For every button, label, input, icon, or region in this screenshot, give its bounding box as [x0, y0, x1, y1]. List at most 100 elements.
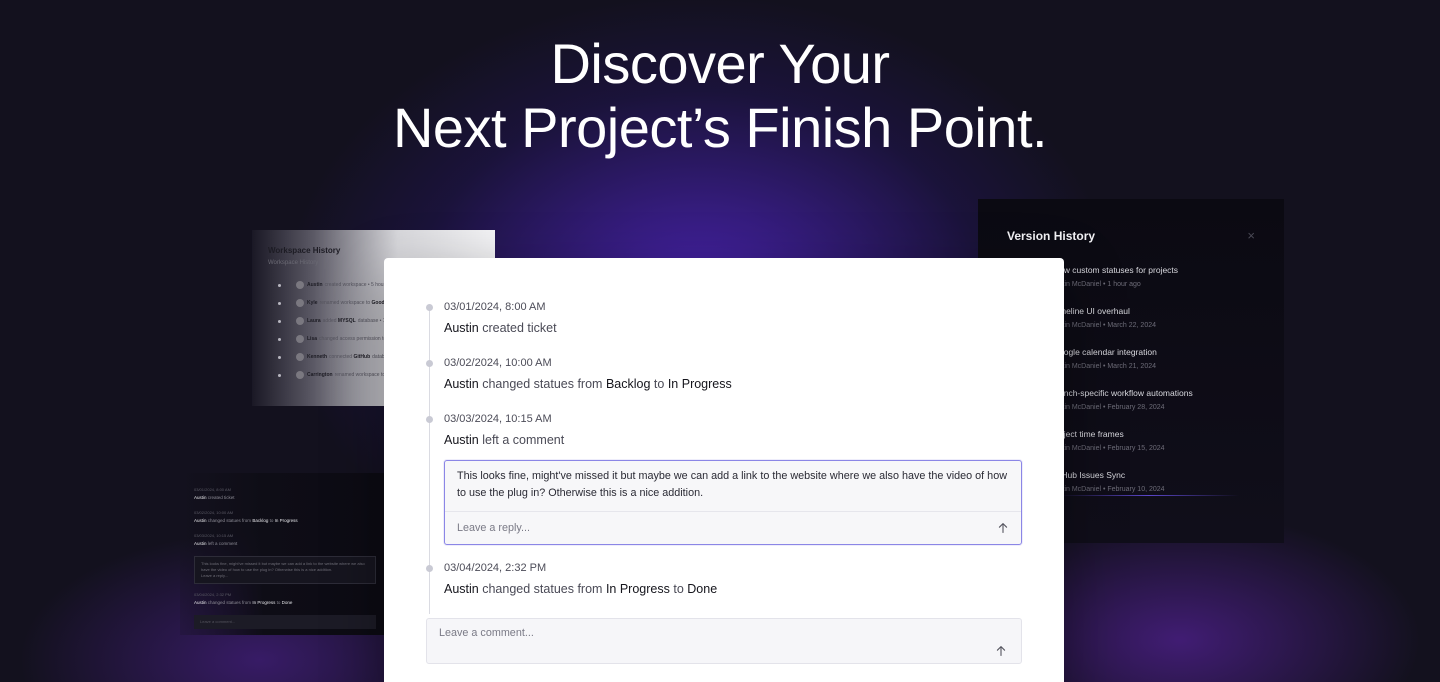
activity-date: 03/03/2024, 10:15 AM [444, 413, 552, 425]
activity-date: 03/02/2024, 10:00 AM [194, 510, 234, 515]
activity-text: created ticket [207, 495, 235, 500]
dark-activity-panel: 03/01/2024, 8:00 AM Austin created ticke… [180, 473, 390, 635]
list-item: 03/03/2024, 10:15 AM Austin left a comme… [194, 533, 376, 546]
timeline-dot-icon [278, 355, 281, 359]
activity-text: connected [329, 354, 353, 360]
status-from: Backlog [252, 518, 269, 523]
timeline-dot-icon [278, 337, 281, 341]
activity-text: changed statues from [482, 377, 603, 391]
version-meta: stin McDaniel • March 22, 2024 [1059, 322, 1156, 329]
version-item[interactable]: anch-specific workflow automations stin M… [1059, 388, 1255, 429]
arrow-up-icon[interactable] [997, 522, 1009, 534]
version-history-title: Version History [1007, 229, 1096, 243]
comment-input: Leave a comment... [194, 615, 376, 629]
timeline-item: 03/04/2024, 2:32 PM Austin changed statu… [426, 561, 1022, 617]
timeline-dot-icon [426, 360, 433, 367]
timeline-dot-icon [278, 283, 281, 287]
version-item[interactable]: ew custom statuses for projects stin McDa… [1059, 265, 1255, 306]
reply-bar [445, 511, 1021, 544]
avatar [296, 353, 304, 361]
user-name: Austin [444, 377, 479, 391]
version-title: oogle calendar integration [1059, 347, 1157, 357]
version-item[interactable]: tHub Issues Sync stin McDaniel • February… [1059, 470, 1255, 511]
activity-text: changed access permission to [319, 336, 387, 342]
activity-text: changed statues from [482, 582, 603, 596]
activity-line: Austin left a comment [194, 541, 376, 546]
activity-line: Austin created ticket [194, 495, 376, 500]
user-name: Carrington [307, 372, 333, 378]
comment-input[interactable] [439, 627, 1009, 641]
version-item[interactable]: meline UI overhaul stin McDaniel • March … [1059, 306, 1255, 347]
user-name: Austin [194, 541, 207, 546]
activity-to-word: to [276, 600, 281, 605]
hero-title: Discover Your Next Project’s Finish Poin… [0, 32, 1440, 160]
activity-text: left a comment [207, 541, 238, 546]
timeline-item: 03/03/2024, 10:15 AM Austin left a comme… [426, 412, 1022, 561]
reply-input[interactable] [457, 522, 997, 534]
activity-to-word: to [673, 582, 684, 596]
new-comment-box [426, 618, 1022, 664]
avatar [296, 299, 304, 307]
user-name: Kyle [307, 300, 318, 306]
activity-target: MYSQL [337, 318, 356, 324]
reply-placeholder: Leave a reply... [201, 573, 229, 578]
activity-text: created workspace • 5 hour [324, 282, 386, 288]
activity-text: created ticket [482, 321, 557, 335]
activity-line: Austin created ticket [444, 321, 1022, 336]
workspace-history-title: Workspace History [268, 246, 341, 255]
activity-date: 03/03/2024, 10:15 AM [194, 533, 234, 538]
version-title: meline UI overhaul [1059, 306, 1130, 316]
comment-box: This looks fine, might've missed it but … [444, 460, 1022, 545]
version-meta: stin McDaniel • February 10, 2024 [1059, 486, 1165, 493]
activity-target: GitHub [353, 354, 371, 360]
arrow-up-icon[interactable] [995, 645, 1007, 657]
status-to: In Progress [274, 518, 298, 523]
hero-title-line-1: Discover Your [550, 32, 890, 95]
version-title: anch-specific workflow automations [1059, 388, 1193, 398]
timeline-dot-icon [426, 416, 433, 423]
version-title: ew custom statuses for projects [1059, 265, 1179, 275]
activity-extra: database • 1 [357, 318, 386, 324]
activity-text: changed statues from [207, 600, 252, 605]
comment-box: This looks fine, might've missed it but … [194, 556, 376, 584]
user-name: Austin [194, 495, 207, 500]
comment-text: This looks fine, might've missed it but … [457, 470, 1007, 499]
user-name: Laura [307, 318, 321, 324]
version-title: oject time frames [1059, 429, 1124, 439]
version-meta: stin McDaniel • February 28, 2024 [1059, 404, 1165, 411]
activity-text: renamed workspace to [319, 300, 371, 306]
list-item: 03/02/2024, 10:00 AM Austin changed stat… [194, 510, 376, 523]
version-item[interactable]: oject time frames stin McDaniel • Februar… [1059, 429, 1255, 470]
timeline-item: 03/02/2024, 10:00 AM Austin changed stat… [426, 356, 1022, 412]
version-meta: stin McDaniel • 1 hour ago [1059, 281, 1141, 288]
avatar [296, 371, 304, 379]
status-to: Done [281, 600, 293, 605]
activity-timeline: 03/01/2024, 8:00 AM Austin created ticke… [426, 300, 1022, 617]
version-meta: stin McDaniel • March 21, 2024 [1059, 363, 1156, 370]
activity-date: 03/04/2024, 2:32 PM [444, 562, 547, 574]
status-from: Backlog [605, 377, 651, 391]
version-item[interactable]: oogle calendar integration stin McDaniel … [1059, 347, 1255, 388]
comment-text: This looks fine, might've missed it but … [201, 561, 365, 572]
activity-date: 03/02/2024, 10:00 AM [444, 357, 552, 369]
activity-text: added [322, 318, 337, 324]
activity-text: changed statues from [207, 518, 252, 523]
status-to: In Progress [667, 377, 732, 391]
activity-line: Austin left a comment [444, 433, 1022, 448]
timeline-dot-icon [426, 304, 433, 311]
activity-to-word: to [269, 518, 274, 523]
user-name: Lisa [307, 336, 318, 342]
timeline-dot-icon [278, 373, 281, 377]
user-name: Austin [444, 321, 479, 335]
timeline-dot-icon [426, 565, 433, 572]
divider [1059, 495, 1239, 496]
activity-line: Austin changed statues from In Progress … [444, 582, 1022, 597]
close-icon[interactable]: × [1247, 229, 1255, 242]
version-meta: stin McDaniel • February 15, 2024 [1059, 445, 1165, 452]
activity-line: Austin changed statues from Backlog to I… [444, 377, 1022, 392]
version-title: tHub Issues Sync [1059, 470, 1126, 480]
timeline-item: 03/01/2024, 8:00 AM Austin created ticke… [426, 300, 1022, 356]
timeline-dot-icon [278, 319, 281, 323]
avatar [296, 281, 304, 289]
activity-text: renamed workspace to [334, 372, 386, 378]
